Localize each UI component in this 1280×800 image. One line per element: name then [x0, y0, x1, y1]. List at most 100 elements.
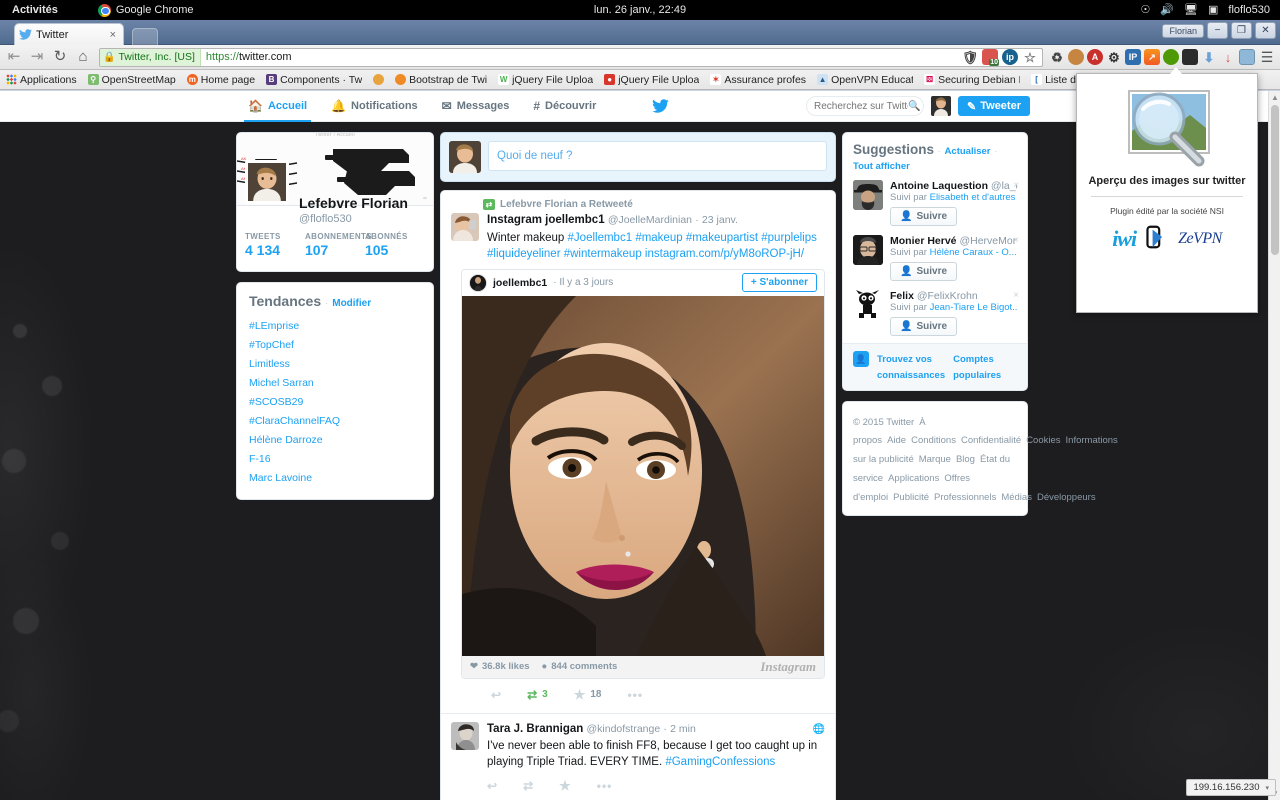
instagram-photo[interactable]: [462, 295, 824, 656]
trend-item[interactable]: #LEmprise: [249, 316, 421, 335]
list-item[interactable]: Felix @FelixKrohn Suivi par Jean-Tiare L…: [843, 288, 1027, 343]
footer-link[interactable]: Développeurs: [1037, 492, 1096, 503]
stat-tweets[interactable]: TWEETS 4 134: [245, 232, 305, 258]
hashtag-link[interactable]: #liquideyeliner: [487, 248, 561, 260]
minimize-button[interactable]: −: [1207, 22, 1228, 39]
tweet-timestamp[interactable]: 23 janv.: [702, 214, 738, 226]
hashtag-link[interactable]: #purplelips: [761, 232, 817, 244]
gear-icon[interactable]: ⚙: [1106, 49, 1122, 65]
star-icon[interactable]: ☆: [1022, 49, 1038, 65]
zevpn-logo[interactable]: ZeVPN: [1178, 230, 1222, 248]
bookmark-securing-debian[interactable]: ⚄ Securing Debian M: [924, 74, 1020, 86]
hashtag-link[interactable]: #GamingConfessions: [665, 756, 775, 768]
refresh-link[interactable]: Actualiser: [945, 146, 991, 157]
trend-item[interactable]: #TopChef: [249, 335, 421, 354]
dismiss-button[interactable]: ×: [1013, 290, 1019, 301]
home-icon[interactable]: ⌂: [73, 47, 93, 67]
retweet-button[interactable]: ⇄: [523, 779, 533, 793]
avatar[interactable]: [931, 96, 952, 116]
hamburger-icon[interactable]: ☰: [1258, 49, 1276, 66]
tweet-button[interactable]: ✎ Tweeter: [958, 96, 1030, 116]
tweet-author-name[interactable]: Tara J. Brannigan: [487, 723, 583, 735]
composer-input[interactable]: Quoi de neuf ?: [488, 141, 827, 171]
status-badge[interactable]: 199.16.156.230 ▾: [1186, 779, 1276, 796]
tweet-author-handle[interactable]: @JoelleMardinian: [608, 214, 692, 226]
trends-edit-link[interactable]: Modifier: [332, 298, 371, 309]
list-item[interactable]: Monier Hervé @HerveMonier Suivi par Hélè…: [843, 233, 1027, 288]
nav-decouvrir[interactable]: # Découvrir: [521, 91, 608, 122]
search-box[interactable]: 🔍: [806, 96, 925, 116]
retweet-button[interactable]: ⇄ 3: [527, 688, 548, 702]
bookmark-jquery-file-upload-1[interactable]: W jQuery File Uploa: [498, 74, 593, 86]
bookmark-home-page[interactable]: m Home page: [186, 74, 255, 86]
window-user-label[interactable]: Florian: [1162, 23, 1204, 38]
table-row[interactable]: 🌐 Tara J. Brannigan @kindofstrange · 2 m…: [441, 714, 835, 800]
display-icon[interactable]: 🖥: [1184, 4, 1198, 16]
follow-button[interactable]: 👤 Suivre: [890, 262, 958, 281]
volume-icon[interactable]: 🔊: [1160, 4, 1174, 16]
stat-following[interactable]: ABONNEMENTS 107: [305, 232, 372, 258]
followed-by-link[interactable]: Hélène Caraux - O...: [930, 247, 1017, 258]
chevron-down-icon[interactable]: ▾: [1265, 784, 1269, 792]
bookmark-openstreetmap[interactable]: ⚲ OpenStreetMap: [87, 74, 176, 86]
tweet-author-name[interactable]: Instagram joellembc1: [487, 214, 605, 226]
find-friends-link[interactable]: Trouvez vos connaissances: [877, 354, 945, 381]
bookmark-applications[interactable]: Applications: [6, 74, 77, 86]
follow-button[interactable]: 👤 Suivre: [890, 317, 958, 336]
see-all-link[interactable]: Tout afficher: [853, 161, 910, 172]
followed-by-link[interactable]: Jean-Tiare Le Bigot...: [930, 302, 1017, 313]
favorite-button[interactable]: ★: [559, 778, 571, 794]
footer-link[interactable]: Conditions: [911, 435, 956, 446]
trend-item[interactable]: F-16: [249, 449, 421, 468]
bookmark-jquery-file-upload-2[interactable]: ● jQuery File Uploa: [604, 74, 699, 86]
footer-link[interactable]: Marque: [919, 454, 951, 465]
hashtag-link[interactable]: #wintermakeup: [564, 248, 642, 260]
suggestion-name[interactable]: Antoine Laquestion @la_q...: [890, 180, 1017, 192]
avatar[interactable]: [451, 721, 479, 750]
list-item[interactable]: Antoine Laquestion @la_q... Suivi par El…: [843, 178, 1027, 233]
reply-button[interactable]: ↩: [487, 779, 497, 793]
footer-link[interactable]: Blog: [956, 454, 975, 465]
adblock-counter-icon[interactable]: 10: [982, 49, 999, 66]
footer-link[interactable]: Cookies: [1026, 435, 1060, 446]
search-input[interactable]: [814, 100, 909, 112]
twitter-bird-icon[interactable]: [652, 99, 670, 113]
image-preview-icon[interactable]: [1239, 49, 1255, 65]
tweet-timestamp[interactable]: 2 min: [670, 723, 696, 735]
trend-item[interactable]: Hélène Darroze: [249, 430, 421, 449]
dismiss-button[interactable]: ×: [1013, 235, 1019, 246]
bookmark-components[interactable]: B Components · Tw: [266, 74, 362, 86]
avatar[interactable]: [469, 273, 487, 292]
bookmark-emoji[interactable]: [373, 74, 385, 85]
search-icon[interactable]: 🔍: [908, 101, 920, 112]
browser-tab-twitter[interactable]: Twitter ×: [14, 23, 124, 45]
footer-link[interactable]: Applications: [888, 473, 939, 484]
page-title[interactable]: Lefebvre Florian: [299, 195, 408, 211]
trend-item[interactable]: Limitless: [249, 354, 421, 373]
nav-accueil[interactable]: 🏠 Accueil: [236, 91, 319, 122]
flagfox-icon[interactable]: [1163, 49, 1179, 65]
subscribe-button[interactable]: + S'abonner: [741, 273, 817, 293]
avatar[interactable]: [245, 160, 289, 204]
bookmark-assurance[interactable]: ✶ Assurance profes: [710, 74, 806, 86]
footer-link[interactable]: Professionnels: [934, 492, 996, 503]
avatar[interactable]: [451, 213, 479, 241]
avatar[interactable]: [853, 235, 883, 265]
hashtag-link[interactable]: #makeupartist: [686, 232, 758, 244]
address-bar[interactable]: 🔒 Twitter, Inc. [US] https://twitter.com…: [99, 47, 1043, 67]
footer-link[interactable]: Aide: [887, 435, 906, 446]
bookmark-bootstrap-fr[interactable]: Bootstrap de Twi: [395, 74, 487, 86]
bookmark-openvpn[interactable]: ▲ OpenVPN Educat: [817, 74, 913, 86]
tweet-composer[interactable]: Quoi de neuf ?: [440, 132, 836, 182]
user-name-label[interactable]: floflo530: [1228, 4, 1270, 16]
ipvanish-icon[interactable]: ip: [1002, 49, 1018, 65]
suggestion-name[interactable]: Monier Hervé @HerveMonier: [890, 235, 1017, 247]
ip-icon[interactable]: IP: [1125, 49, 1141, 65]
trend-item[interactable]: #ClaraChannelFAQ: [249, 411, 421, 430]
iwi-logo[interactable]: iwi: [1112, 226, 1137, 252]
instagram-username[interactable]: joellembc1: [493, 277, 547, 289]
nav-messages[interactable]: ✉ Messages: [430, 91, 522, 122]
dismiss-button[interactable]: ×: [1013, 180, 1019, 191]
trend-item[interactable]: #SCOSB29: [249, 392, 421, 411]
abp-icon[interactable]: A: [1087, 49, 1103, 65]
